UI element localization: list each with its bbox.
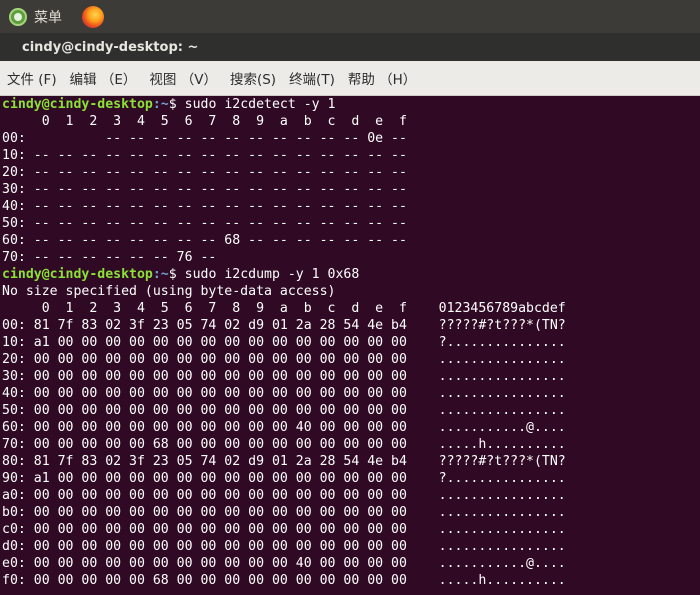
output-line: 50: -- -- -- -- -- -- -- -- -- -- -- -- … [2, 216, 415, 231]
app-menu-icon[interactable] [9, 7, 27, 26]
command-text: sudo i2cdetect -y 1 [184, 97, 336, 112]
output-line: 30: -- -- -- -- -- -- -- -- -- -- -- -- … [2, 182, 415, 197]
prompt-path: :~ [152, 267, 169, 282]
output-line: 00: -- -- -- -- -- -- -- -- -- -- -- 0e … [2, 131, 415, 146]
menu-view[interactable]: 视图 （V） [149, 68, 217, 88]
output-line: 30: 00 00 00 00 00 00 00 00 00 00 00 00 … [2, 369, 566, 384]
output-line: f0: 00 00 00 00 00 68 00 00 00 00 00 00 … [2, 573, 566, 588]
firefox-icon[interactable] [82, 5, 104, 28]
output-line: b0: 00 00 00 00 00 00 00 00 00 00 00 00 … [2, 505, 566, 520]
output-line: 0 1 2 3 4 5 6 7 8 9 a b c d e f [2, 114, 407, 129]
output-line: 70: -- -- -- -- -- -- 76 -- [2, 250, 217, 265]
output-line: c0: 00 00 00 00 00 00 00 00 00 00 00 00 … [2, 522, 566, 537]
prompt-user: cindy@cindy-desktop [2, 97, 153, 112]
output-line: 70: 00 00 00 00 00 68 00 00 00 00 00 00 … [2, 437, 566, 452]
output-line: 20: 00 00 00 00 00 00 00 00 00 00 00 00 … [2, 352, 566, 367]
output-line: 00: 81 7f 83 02 3f 23 05 74 02 d9 01 2a … [2, 318, 566, 333]
output-line: 20: -- -- -- -- -- -- -- -- -- -- -- -- … [2, 165, 415, 180]
output-line: 60: -- -- -- -- -- -- -- -- 68 -- -- -- … [2, 233, 415, 248]
top-panel: 菜单 [0, 0, 700, 33]
output-line: No size specified (using byte-data acces… [2, 284, 336, 299]
output-line: a0: 00 00 00 00 00 00 00 00 00 00 00 00 … [2, 488, 566, 503]
output-line: e0: 00 00 00 00 00 00 00 00 00 00 00 40 … [2, 556, 566, 571]
menu-terminal[interactable]: 终端(T) [289, 68, 335, 88]
prompt-symbol: $ [168, 267, 185, 282]
output-line: 90: a1 00 00 00 00 00 00 00 00 00 00 00 … [2, 471, 566, 486]
output-line: 60: 00 00 00 00 00 00 00 00 00 00 00 40 … [2, 420, 566, 435]
output-line: 10: -- -- -- -- -- -- -- -- -- -- -- -- … [2, 148, 415, 163]
menu-file[interactable]: 文件 (F) [7, 68, 57, 88]
command-line-2: cindy@cindy-desktop:~$ sudo i2cdump -y 1… [0, 266, 700, 283]
prompt-symbol: $ [168, 97, 185, 112]
prompt-path: :~ [152, 97, 169, 112]
menu-edit[interactable]: 编辑 （E） [70, 68, 137, 88]
output-line: 80: 81 7f 83 02 3f 23 05 74 02 d9 01 2a … [2, 454, 566, 469]
output-line: 0 1 2 3 4 5 6 7 8 9 a b c d e f 01234567… [2, 301, 566, 316]
command-text: sudo i2cdump -y 1 0x68 [184, 267, 360, 282]
output-line: 40: 00 00 00 00 00 00 00 00 00 00 00 00 … [2, 386, 566, 401]
output-line: 10: a1 00 00 00 00 00 00 00 00 00 00 00 … [2, 335, 566, 350]
output-line: d0: 00 00 00 00 00 00 00 00 00 00 00 00 … [2, 539, 566, 554]
menu-search[interactable]: 搜索(S) [230, 68, 276, 88]
app-menu-label[interactable]: 菜单 [34, 7, 62, 27]
output-line: 50: 00 00 00 00 00 00 00 00 00 00 00 00 … [2, 403, 566, 418]
window-title: cindy@cindy-desktop: ~ [22, 39, 199, 55]
menu-help[interactable]: 帮助 （H） [348, 68, 416, 88]
terminal-output[interactable]: cindy@cindy-desktop:~$ sudo i2cdetect -y… [0, 96, 700, 595]
output-line: 40: -- -- -- -- -- -- -- -- -- -- -- -- … [2, 199, 415, 214]
prompt-user: cindy@cindy-desktop [2, 267, 153, 282]
window-title-bar: cindy@cindy-desktop: ~ [0, 33, 700, 61]
menu-bar: 文件 (F) 编辑 （E） 视图 （V） 搜索(S) 终端(T) 帮助 （H） [0, 61, 700, 96]
command-line-1: cindy@cindy-desktop:~$ sudo i2cdetect -y… [0, 96, 700, 113]
